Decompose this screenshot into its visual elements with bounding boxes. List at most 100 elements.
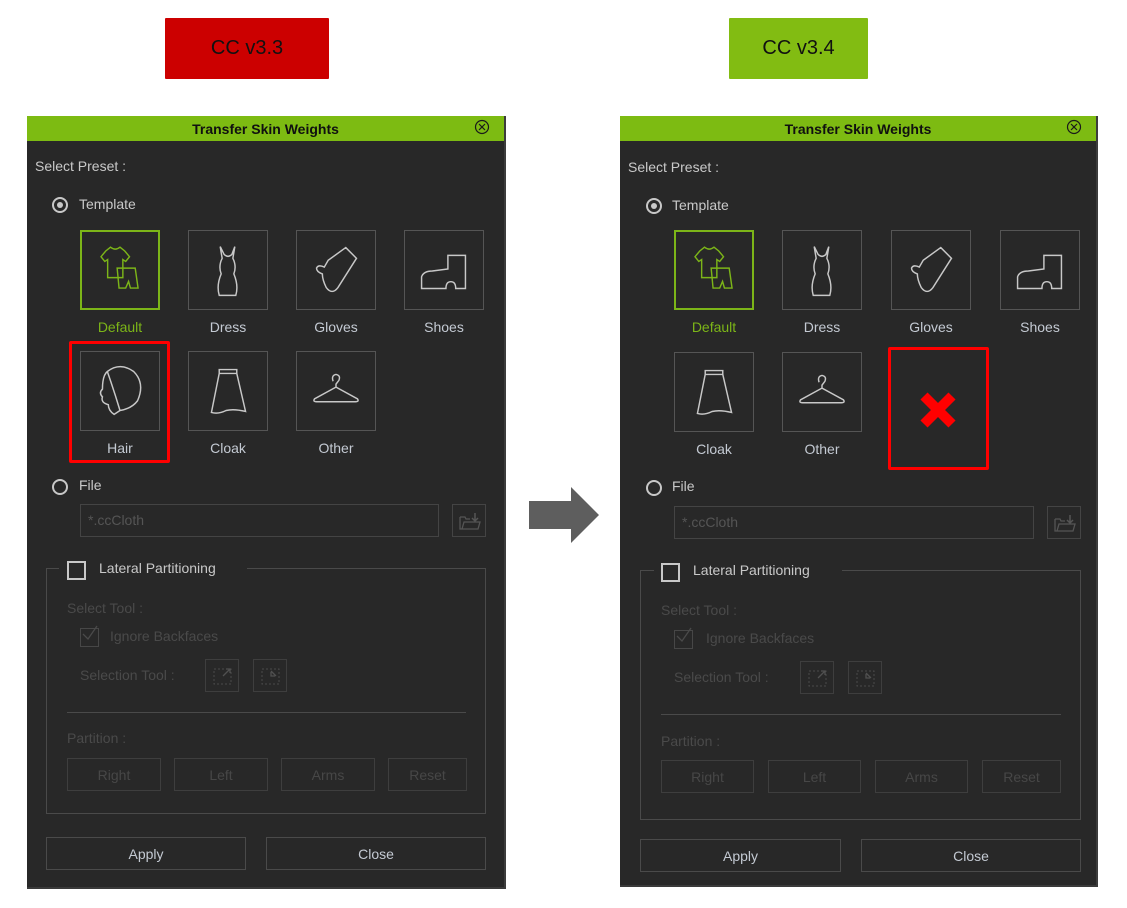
apply-button[interactable]: Apply	[46, 837, 246, 870]
preset-cloak-tile[interactable]	[674, 352, 754, 432]
folder-import-icon	[1054, 515, 1076, 532]
outfit-icon	[694, 246, 733, 289]
partition-arms-button[interactable]: Arms	[875, 760, 968, 793]
preset-default-tile[interactable]	[80, 230, 160, 310]
checkmark-icon	[82, 625, 98, 641]
preset-dress-label: Dress	[209, 319, 247, 335]
selection-tool-label: Selection Tool :	[674, 669, 769, 685]
boot-icon	[420, 254, 467, 290]
preset-other-label: Other	[804, 441, 840, 457]
preset-gloves-tile[interactable]	[891, 230, 971, 310]
lateral-partitioning-checkbox[interactable]	[67, 561, 86, 580]
partition-left-button[interactable]: Left	[174, 758, 268, 791]
version-badge-old: CC v3.3	[165, 18, 329, 79]
select-crossing-button[interactable]	[800, 661, 834, 694]
file-label: File	[672, 478, 695, 494]
dialog-titlebar: Transfer Skin Weights	[27, 116, 504, 141]
partition-left-button[interactable]: Left	[768, 760, 861, 793]
select-window-button[interactable]	[253, 659, 287, 692]
lateral-partitioning-label: Lateral Partitioning	[693, 562, 810, 578]
preset-cloak-tile[interactable]	[188, 351, 268, 431]
template-radio-button[interactable]	[646, 198, 662, 214]
partition-label: Partition :	[67, 730, 127, 746]
file-radio-button[interactable]	[646, 480, 662, 496]
lateral-partitioning-label: Lateral Partitioning	[99, 560, 216, 576]
dialog-titlebar: Transfer Skin Weights	[620, 116, 1096, 141]
dialog-title: Transfer Skin Weights	[192, 120, 339, 137]
select-preset-label: Select Preset :	[35, 158, 127, 174]
preset-gloves-label: Gloves	[909, 319, 953, 335]
template-label: Template	[79, 196, 136, 212]
partition-reset-button[interactable]: Reset	[982, 760, 1061, 793]
select-outward-icon	[808, 670, 827, 687]
lateral-partitioning-header[interactable]: Lateral Partitioning	[59, 559, 247, 581]
browse-file-button[interactable]	[1047, 506, 1081, 539]
hanger-icon	[313, 373, 359, 403]
preset-other-tile[interactable]	[782, 352, 862, 432]
partition-arms-button[interactable]: Arms	[281, 758, 375, 791]
dress-icon	[217, 246, 238, 297]
select-outward-icon	[213, 668, 232, 685]
file-path-input[interactable]: *.ccCloth	[674, 506, 1034, 539]
select-inward-icon	[261, 668, 280, 685]
dialog-title: Transfer Skin Weights	[784, 120, 932, 137]
lateral-partitioning-checkbox[interactable]	[661, 563, 680, 582]
transfer-skin-weights-dialog-v33: Transfer Skin Weights Select Preset : Te…	[27, 116, 506, 889]
preset-other-tile[interactable]	[296, 351, 376, 431]
partition-separator	[661, 714, 1061, 715]
partition-reset-button[interactable]: Reset	[388, 758, 467, 791]
version-badge-new: CC v3.4	[729, 18, 868, 79]
ignore-backfaces-label: Ignore Backfaces	[110, 628, 219, 644]
outfit-icon	[100, 246, 139, 289]
select-crossing-button[interactable]	[205, 659, 239, 692]
close-button[interactable]: Close	[861, 839, 1081, 872]
preset-cloak-label: Cloak	[696, 441, 732, 457]
preset-dress-tile[interactable]	[188, 230, 268, 310]
hanger-icon	[799, 374, 845, 404]
preset-cloak-label: Cloak	[210, 440, 246, 456]
ignore-backfaces-checkbox[interactable]	[674, 627, 693, 649]
preset-default-tile[interactable]	[674, 230, 754, 310]
preset-shoes-label: Shoes	[1020, 319, 1060, 335]
close-button[interactable]: Close	[266, 837, 486, 870]
glove-icon	[315, 246, 358, 293]
file-label: File	[79, 477, 102, 493]
red-x-icon	[920, 392, 956, 428]
boot-icon	[1016, 254, 1063, 290]
preset-other-label: Other	[318, 440, 354, 456]
folder-import-icon	[459, 513, 481, 530]
partition-separator	[67, 712, 466, 713]
partition-label: Partition :	[661, 733, 721, 749]
preset-gloves-label: Gloves	[314, 319, 358, 335]
ignore-backfaces-checkbox[interactable]	[80, 625, 99, 647]
skirt-icon	[696, 369, 733, 415]
preset-dress-label: Dress	[803, 319, 841, 335]
transfer-skin-weights-dialog-v34: Transfer Skin Weights Select Preset : Te…	[620, 116, 1098, 887]
preset-default-label: Default	[691, 319, 737, 335]
select-tool-label: Select Tool :	[67, 600, 144, 616]
arrow-right-icon	[529, 487, 599, 543]
preset-shoes-label: Shoes	[424, 319, 464, 335]
partition-right-button[interactable]: Right	[67, 758, 161, 791]
dress-icon	[811, 246, 832, 297]
template-radio-button[interactable]	[52, 197, 68, 213]
ignore-backfaces-label: Ignore Backfaces	[706, 630, 815, 646]
template-label: Template	[672, 197, 729, 213]
preset-gloves-tile[interactable]	[296, 230, 376, 310]
file-path-input[interactable]: *.ccCloth	[80, 504, 439, 537]
preset-shoes-tile[interactable]	[404, 230, 484, 310]
select-window-button[interactable]	[848, 661, 882, 694]
apply-button[interactable]: Apply	[640, 839, 841, 872]
close-icon[interactable]	[474, 119, 490, 135]
partition-right-button[interactable]: Right	[661, 760, 754, 793]
file-radio-button[interactable]	[52, 479, 68, 495]
select-preset-label: Select Preset :	[628, 159, 720, 175]
browse-file-button[interactable]	[452, 504, 486, 537]
glove-icon	[910, 246, 953, 293]
skirt-icon	[210, 368, 247, 414]
preset-shoes-tile[interactable]	[1000, 230, 1080, 310]
preset-dress-tile[interactable]	[782, 230, 862, 310]
removed-preset-highlight	[69, 341, 170, 463]
close-icon[interactable]	[1066, 119, 1082, 135]
lateral-partitioning-header[interactable]: Lateral Partitioning	[654, 561, 842, 583]
